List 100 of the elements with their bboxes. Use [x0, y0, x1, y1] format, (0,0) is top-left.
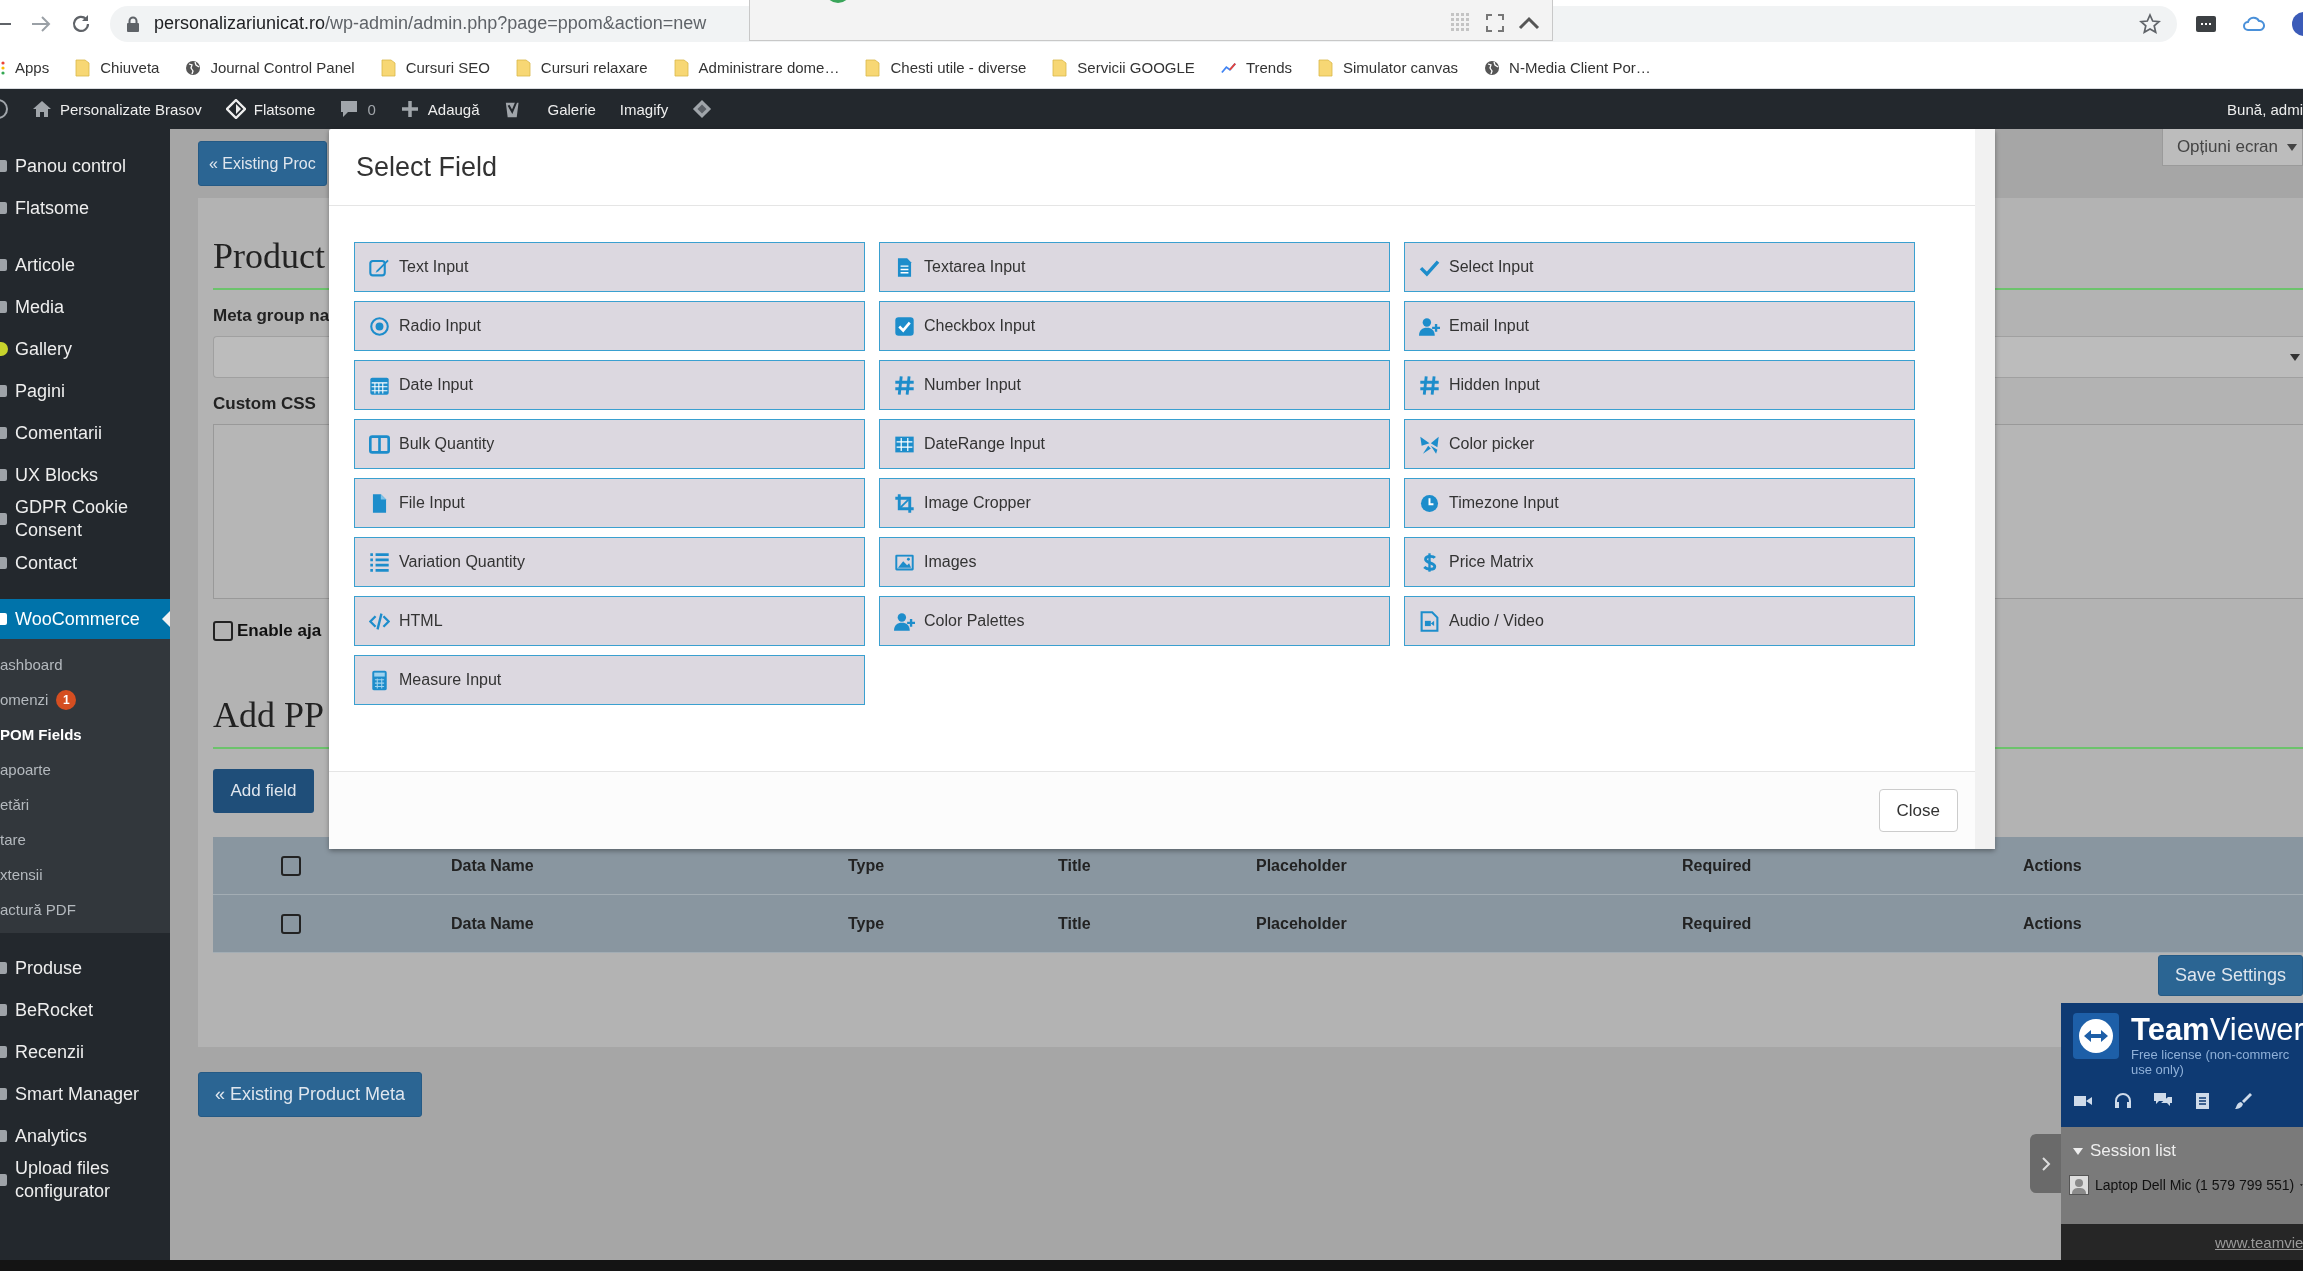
triangle-down-icon[interactable] [2073, 1146, 2083, 1156]
field-type-button[interactable]: Number Input [879, 360, 1390, 410]
user-plus-icon [894, 610, 915, 632]
menu-item[interactable]: WooCommerce [0, 599, 170, 639]
menu-item[interactable]: Smart Manager [0, 1073, 170, 1115]
license-text: use only) [2131, 1062, 2185, 1077]
admin-bar-link[interactable]: Personalizate Brasov [60, 100, 202, 118]
bookmark[interactable]: Chiuveta [75, 58, 160, 77]
field-type-button[interactable]: Checkbox Input [879, 301, 1390, 351]
menu-item[interactable]: UX Blocks [0, 454, 170, 496]
column-header: Type [848, 914, 886, 933]
menu-item[interactable]: Flatsome [0, 187, 170, 229]
website-link[interactable]: www.teamvie [2215, 1233, 2303, 1251]
menu-item[interactable]: Panou control [0, 145, 170, 187]
bookmark[interactable]: Cursuri relaxare [515, 58, 648, 77]
field-type-button[interactable]: Bulk Quantity [354, 419, 865, 469]
star-icon[interactable] [2139, 12, 2161, 35]
screen-options-button[interactable]: Opțiuni ecran [2161, 129, 2303, 166]
field-type-button[interactable]: Text Input [354, 242, 865, 292]
field-type-button[interactable]: HTML [354, 596, 865, 646]
submenu-item[interactable]: POM Fields [0, 726, 82, 743]
column-header: Type [848, 856, 886, 875]
checkbox[interactable] [281, 855, 301, 876]
menu-item[interactable]: Upload files configurator [0, 1157, 170, 1203]
field-type-button[interactable]: Images [879, 537, 1390, 587]
save-settings-button[interactable]: Save Settings [2157, 955, 2303, 996]
bookmark[interactable]: Simulator canvas [1318, 58, 1459, 77]
caret-icon [2289, 352, 2301, 362]
submenu-item[interactable]: xtensii [0, 866, 43, 883]
bookmark[interactable]: Servicii GOOGLE [1052, 58, 1195, 77]
menu-item[interactable]: Analytics [0, 1115, 170, 1157]
submenu-item[interactable]: omenzi [0, 691, 49, 708]
admin-bar-link[interactable]: Adaugă [427, 100, 480, 118]
checkbox-label: Enable aja [237, 621, 322, 641]
field-type-button[interactable]: Measure Input [354, 655, 865, 705]
checkbox[interactable] [213, 621, 233, 641]
column-header: Required [1682, 914, 1753, 933]
add-field-button[interactable]: Add field [213, 769, 314, 813]
field-type-button[interactable]: Textarea Input [879, 242, 1390, 292]
field-type-button[interactable]: Timezone Input [1404, 478, 1915, 528]
field-type-button[interactable]: File Input [354, 478, 865, 528]
diamond-arrow-icon [225, 99, 246, 119]
menu-item[interactable]: Recenzii [0, 1031, 170, 1073]
field-type-button[interactable]: Color Palettes [879, 596, 1390, 646]
submenu-item[interactable]: actură PDF [0, 901, 76, 918]
field-type-button[interactable]: Color picker [1404, 419, 1915, 469]
hash-icon [1419, 374, 1440, 396]
existing-meta-button[interactable]: « Existing Product Meta [198, 1072, 423, 1117]
comment-count[interactable]: 0 [367, 100, 376, 118]
menu-item[interactable]: Produse [0, 947, 170, 989]
menu-item[interactable]: BeRocket [0, 989, 170, 1031]
column-header: Required [1682, 856, 1753, 875]
field-type-button[interactable]: Date Input [354, 360, 865, 410]
brand-name: TeamViewer [2131, 1013, 2303, 1047]
speech-bubble-icon [339, 99, 360, 119]
submenu-item[interactable]: ashboard [0, 656, 63, 673]
field-type-button[interactable]: Select Input [1404, 242, 1915, 292]
menu-item[interactable]: GDPR Cookie Consent [0, 496, 170, 542]
code-icon [369, 610, 390, 632]
admin-bar-link[interactable]: Galerie [547, 100, 596, 118]
admin-bar-link[interactable]: Flatsome [253, 100, 316, 118]
bookmark[interactable]: Cursuri SEO [380, 58, 490, 77]
menu-item[interactable]: Pagini [0, 370, 170, 412]
field-type-button[interactable]: Image Cropper [879, 478, 1390, 528]
bookmark[interactable]: Trends [1220, 58, 1292, 77]
headset-icon[interactable] [2113, 1091, 2133, 1111]
submenu-item[interactable]: etări [0, 796, 30, 813]
bookmark[interactable]: Journal Control Panel [185, 58, 355, 77]
submenu-item[interactable]: tare [0, 831, 26, 848]
field-type-button[interactable]: Price Matrix [1404, 537, 1915, 587]
field-type-button[interactable]: DateRange Input [879, 419, 1390, 469]
field-type-button[interactable]: Radio Input [354, 301, 865, 351]
checkbox[interactable] [281, 913, 301, 934]
menu-item[interactable]: Comentarii [0, 412, 170, 454]
menu-icon [0, 611, 9, 627]
close-button[interactable]: Close [1878, 789, 1958, 832]
menu-item[interactable]: Contact [0, 542, 170, 584]
field-type-button[interactable]: Audio / Video [1404, 596, 1915, 646]
admin-bar-link[interactable]: Imagify [619, 100, 669, 118]
menu-icon [0, 555, 9, 571]
bookmark[interactable]: Apps [0, 59, 50, 76]
field-type-button[interactable]: Email Input [1404, 301, 1915, 351]
bookmark[interactable]: Chesti utile - diverse [865, 58, 1027, 77]
home-icon [32, 99, 52, 119]
field-type-button[interactable]: Hidden Input [1404, 360, 1915, 410]
media-file-icon [1419, 610, 1440, 632]
menu-item[interactable]: Media [0, 286, 170, 328]
menu-icon [0, 299, 9, 315]
bookmark[interactable]: Administrare dome… [673, 58, 840, 77]
submenu-item[interactable]: apoarte [0, 761, 51, 778]
avatar-icon[interactable] [2291, 10, 2303, 37]
menu-item[interactable]: Gallery [0, 328, 170, 370]
menu-item[interactable]: Articole [0, 244, 170, 286]
existing-meta-button[interactable]: « Existing Proc [198, 141, 327, 186]
greeting[interactable]: Bună, admi [2227, 100, 2303, 118]
device-row[interactable]: Laptop Dell Mic (1 579 799 551) [2061, 1161, 2303, 1195]
user-icon [2069, 1175, 2089, 1195]
field-type-button[interactable]: Variation Quantity [354, 537, 865, 587]
bookmark[interactable]: N-Media Client Por… [1484, 58, 1651, 77]
menu-icon [0, 1172, 9, 1188]
